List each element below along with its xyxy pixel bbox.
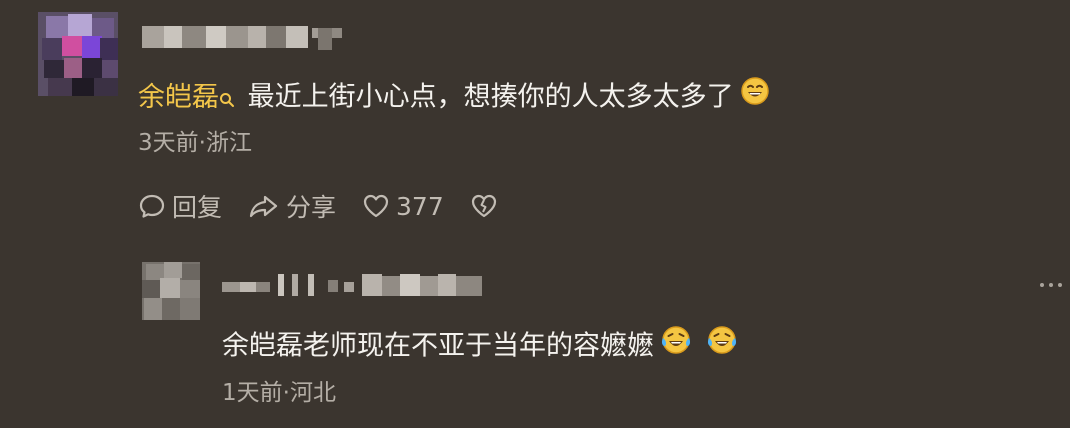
reply-label: 回复 <box>172 193 223 222</box>
more-dot <box>1049 283 1053 287</box>
dislike-button[interactable] <box>470 192 504 220</box>
share-button[interactable]: 分享 <box>248 188 336 224</box>
search-icon <box>219 82 235 118</box>
reply-button[interactable]: 回复 <box>138 188 222 224</box>
like-count: 377 <box>396 191 444 221</box>
more-dot <box>1040 283 1044 287</box>
mention-name[interactable]: 余皑磊 <box>138 82 219 113</box>
broken-heart-icon <box>471 194 496 218</box>
more-dot <box>1058 283 1062 287</box>
comment-meta: 3天前·浙江 <box>138 130 252 156</box>
comment-content: 余皑磊 最近上街小心点，想揍你的人太多太多了 <box>138 76 770 118</box>
reply-icon <box>139 194 165 218</box>
username-blurred-tail <box>318 28 332 50</box>
reply-content: 余皑磊老师现在不亚于当年的容嬷嬷 <box>222 326 738 368</box>
grin-emoji-icon <box>740 76 770 116</box>
more-options-icon[interactable] <box>1040 283 1062 287</box>
like-button[interactable]: 377 <box>362 192 444 221</box>
mention-link[interactable]: 余皑磊 <box>138 82 248 113</box>
share-label: 分享 <box>286 193 337 222</box>
reply-text: 余皑磊老师现在不亚于当年的容嬷嬷 <box>222 330 654 362</box>
crying-laughing-emoji-icon <box>660 324 692 366</box>
reply-avatar[interactable] <box>142 262 200 320</box>
comment-text: 最近上街小心点，想揍你的人太多太多了 <box>247 81 734 113</box>
reply-meta: 1天前·河北 <box>222 380 336 406</box>
heart-icon <box>363 194 389 218</box>
comment-actions: 回复 分享 377 <box>138 188 504 224</box>
reply-username-blurred[interactable] <box>222 274 484 298</box>
share-icon <box>249 195 278 218</box>
username-blurred[interactable] <box>142 26 342 48</box>
crying-laughing-emoji-icon <box>706 324 738 366</box>
avatar[interactable] <box>38 12 118 96</box>
